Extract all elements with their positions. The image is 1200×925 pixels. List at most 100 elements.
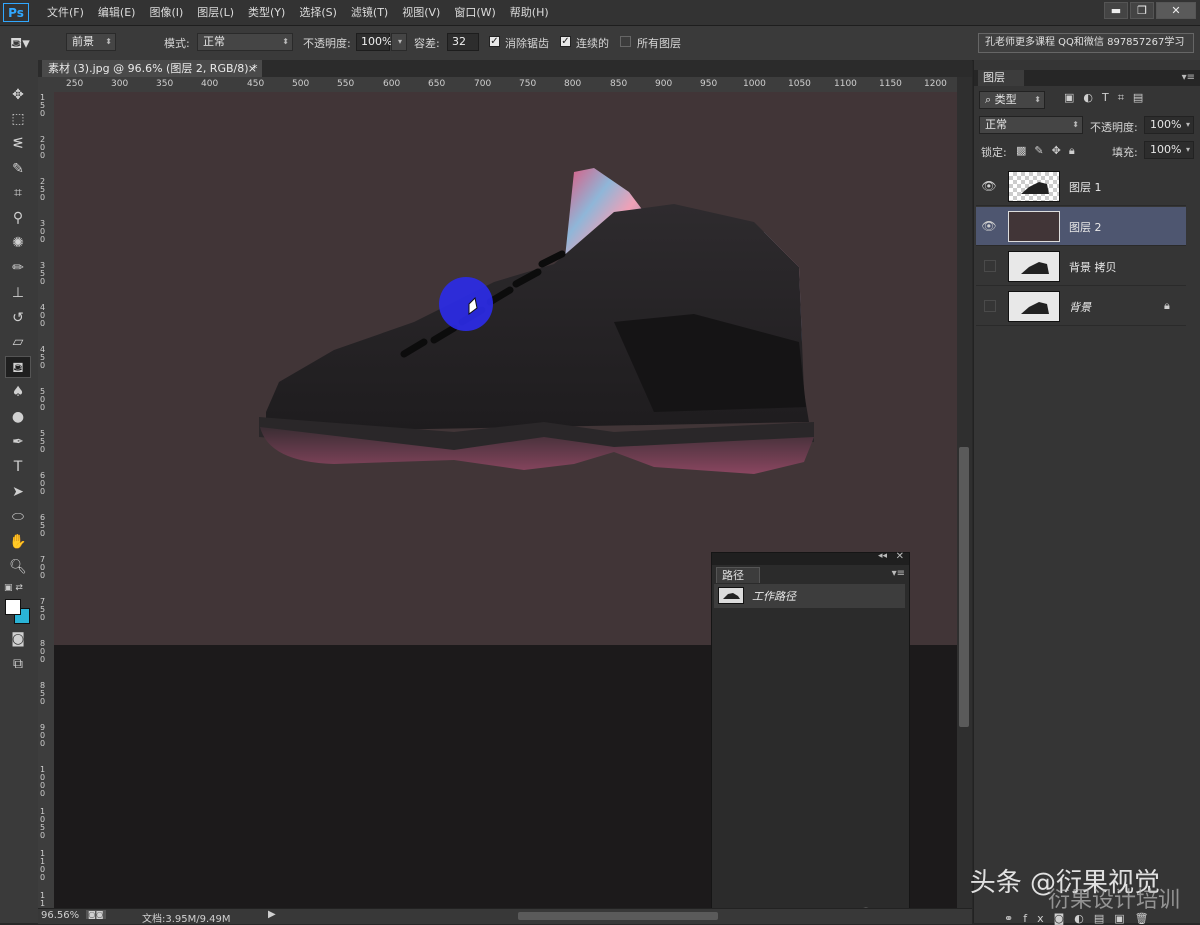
opacity-input[interactable]: 100% <box>356 33 392 51</box>
horizontal-scroll-thumb[interactable] <box>518 912 718 920</box>
path-select-tool-icon[interactable]: ➤ <box>5 481 31 503</box>
blend-mode-value: 正常 <box>985 118 1007 131</box>
fill-source-select[interactable]: 前景 ⬍ <box>66 33 116 51</box>
document-tab[interactable]: 素材 (3).jpg @ 96.6% (图层 2, RGB/8) * × <box>42 60 262 77</box>
antialias-checkbox[interactable]: ✓ <box>489 36 500 47</box>
ruler-tick: 5 0 0 <box>40 387 46 412</box>
contiguous-checkbox[interactable]: ✓ <box>560 36 571 47</box>
foreground-color-swatch[interactable] <box>5 599 21 615</box>
tolerance-label: 容差: <box>414 37 440 50</box>
menu-view[interactable]: 视图(V) <box>395 0 447 25</box>
lasso-tool-icon[interactable]: ᓬ <box>5 133 31 155</box>
layer-thumbnail <box>1008 171 1060 202</box>
tolerance-input[interactable]: 32 <box>447 33 479 51</box>
lock-icons[interactable]: ▩✎✥🔒︎ <box>1016 144 1083 158</box>
ruler-tick: 5 5 0 <box>40 429 46 454</box>
default-colors-icon[interactable]: ▣ ⇄ <box>4 583 23 593</box>
layer-filter-select[interactable]: ⌕ 类型 ⬍ <box>979 91 1045 109</box>
eyedropper-tool-icon[interactable]: ⚲ <box>5 207 31 229</box>
brush-tool-icon[interactable]: ✏ <box>5 257 31 279</box>
tab-paths[interactable]: 路径 <box>716 567 760 583</box>
clone-stamp-tool-icon[interactable]: ⊥ <box>5 282 31 304</box>
layer-filter-icons[interactable]: ▣◐T⌗▤ <box>1064 91 1152 105</box>
close-button[interactable]: ✕ <box>1156 2 1196 19</box>
opacity-dropdown[interactable]: ▾ <box>391 33 407 51</box>
ruler-tick: 950 <box>700 79 718 89</box>
search-icon: ⌕ <box>985 93 992 106</box>
menu-window[interactable]: 窗口(W) <box>447 0 502 25</box>
path-name: 工作路径 <box>752 590 796 603</box>
menu-image[interactable]: 图像(I) <box>142 0 190 25</box>
tools-panel: ✥ ⬚ ᓬ ✎ ⌗ ⚲ ✺ ✏ ⊥ ↺ ▱ ⛾ ♠ ● ✒ T ➤ ⬭ ✋ 🔍︎… <box>0 60 39 923</box>
hidden-eye-icon[interactable] <box>984 300 996 312</box>
horizontal-ruler: 250 300 350 400 450 500 550 600 650 700 … <box>54 77 957 93</box>
collapse-icon[interactable]: ◂◂ <box>878 551 887 561</box>
ruler-tick: 2 0 0 <box>40 135 46 160</box>
hidden-eye-icon[interactable] <box>984 260 996 272</box>
ruler-tick: 7 5 0 <box>40 597 46 622</box>
quick-mask-icon[interactable]: ◙ <box>5 628 31 650</box>
healing-brush-tool-icon[interactable]: ✺ <box>5 232 31 254</box>
layer-row[interactable]: 👁︎ 图层 1 <box>976 167 1186 206</box>
menu-type[interactable]: 类型(Y) <box>241 0 292 25</box>
type-tool-icon[interactable]: T <box>5 456 31 478</box>
eye-icon[interactable]: 👁︎ <box>980 177 998 195</box>
panel-menu-icon[interactable]: ▾≡ <box>1182 72 1195 83</box>
menu-file[interactable]: 文件(F) <box>40 0 91 25</box>
history-brush-tool-icon[interactable]: ↺ <box>5 307 31 329</box>
tab-layers[interactable]: 图层 <box>978 70 1024 86</box>
layer-opacity-value: 100% <box>1150 118 1182 131</box>
layer-row[interactable]: 背景 拷贝 <box>976 247 1186 286</box>
ruler-tick: 600 <box>383 79 401 89</box>
menu-layer[interactable]: 图层(L) <box>190 0 241 25</box>
shoe-thumb-icon <box>1021 182 1049 194</box>
vertical-scroll-thumb[interactable] <box>959 447 969 727</box>
menu-help[interactable]: 帮助(H) <box>503 0 556 25</box>
panel-menu-icon[interactable]: ▾≡ <box>892 568 905 579</box>
screen-mode-icon[interactable]: ⧉ <box>5 653 31 675</box>
ellipse-tool-icon[interactable]: ⬭ <box>5 506 31 528</box>
menu-edit[interactable]: 编辑(E) <box>91 0 143 25</box>
paint-bucket-preset-icon[interactable]: ⛾▾ <box>10 32 40 54</box>
all-layers-checkbox[interactable] <box>620 36 631 47</box>
fill-input[interactable]: 100% ▾ <box>1144 141 1194 159</box>
layer-name: 图层 1 <box>1069 181 1102 194</box>
blur-tool-icon[interactable]: ♠ <box>5 381 31 403</box>
brush-cursor <box>439 277 493 331</box>
path-item[interactable]: 工作路径 <box>714 584 905 608</box>
tab-close-icon[interactable]: × <box>248 60 257 77</box>
move-tool-icon[interactable]: ✥ <box>5 84 31 106</box>
layer-row[interactable]: 👁︎ 图层 2 <box>976 207 1186 246</box>
menu-filter[interactable]: 滤镜(T) <box>344 0 395 25</box>
layer-filter-value: 类型 <box>994 93 1017 106</box>
crop-tool-icon[interactable]: ⌗ <box>5 182 31 204</box>
close-icon[interactable]: ✕ <box>896 551 904 562</box>
layer-thumbnail <box>1008 211 1060 242</box>
paint-bucket-tool-icon[interactable]: ⛾ <box>5 356 31 378</box>
eye-icon[interactable]: 👁︎ <box>980 217 998 235</box>
status-icon[interactable]: ◙◙ <box>86 910 106 919</box>
vertical-ruler: 1 5 0 2 0 0 2 5 0 3 0 0 3 5 0 4 0 0 4 5 … <box>38 92 55 908</box>
layer-opacity-input[interactable]: 100% ▾ <box>1144 116 1194 134</box>
lock-label: 锁定: <box>981 146 1007 159</box>
marquee-tool-icon[interactable]: ⬚ <box>5 108 31 130</box>
zoom-tool-icon[interactable]: 🔍︎ <box>5 556 31 578</box>
dodge-tool-icon[interactable]: ● <box>5 406 31 428</box>
zoom-level[interactable]: 96.56% <box>41 910 79 921</box>
ruler-tick: 300 <box>111 79 129 89</box>
layer-row[interactable]: 背景 🔒︎ <box>976 287 1186 326</box>
minimize-button[interactable]: ▬ <box>1104 2 1128 19</box>
paths-panel-header[interactable]: ◂◂ ✕ <box>712 551 909 565</box>
ruler-origin[interactable] <box>38 77 54 92</box>
menu-select[interactable]: 选择(S) <box>292 0 344 25</box>
restore-button[interactable]: ❐ <box>1130 2 1154 19</box>
hand-tool-icon[interactable]: ✋ <box>5 531 31 553</box>
eraser-tool-icon[interactable]: ▱ <box>5 331 31 353</box>
quick-select-tool-icon[interactable]: ✎ <box>5 158 31 180</box>
ruler-tick: 7 0 0 <box>40 555 46 580</box>
pen-tool-icon[interactable]: ✒ <box>5 431 31 453</box>
mode-select[interactable]: 正常 ⬍ <box>197 33 293 51</box>
ruler-tick: 1200 <box>924 79 947 89</box>
status-menu-arrow-icon[interactable]: ▶ <box>268 909 276 920</box>
blend-mode-select[interactable]: 正常 ⬍ <box>979 116 1083 134</box>
